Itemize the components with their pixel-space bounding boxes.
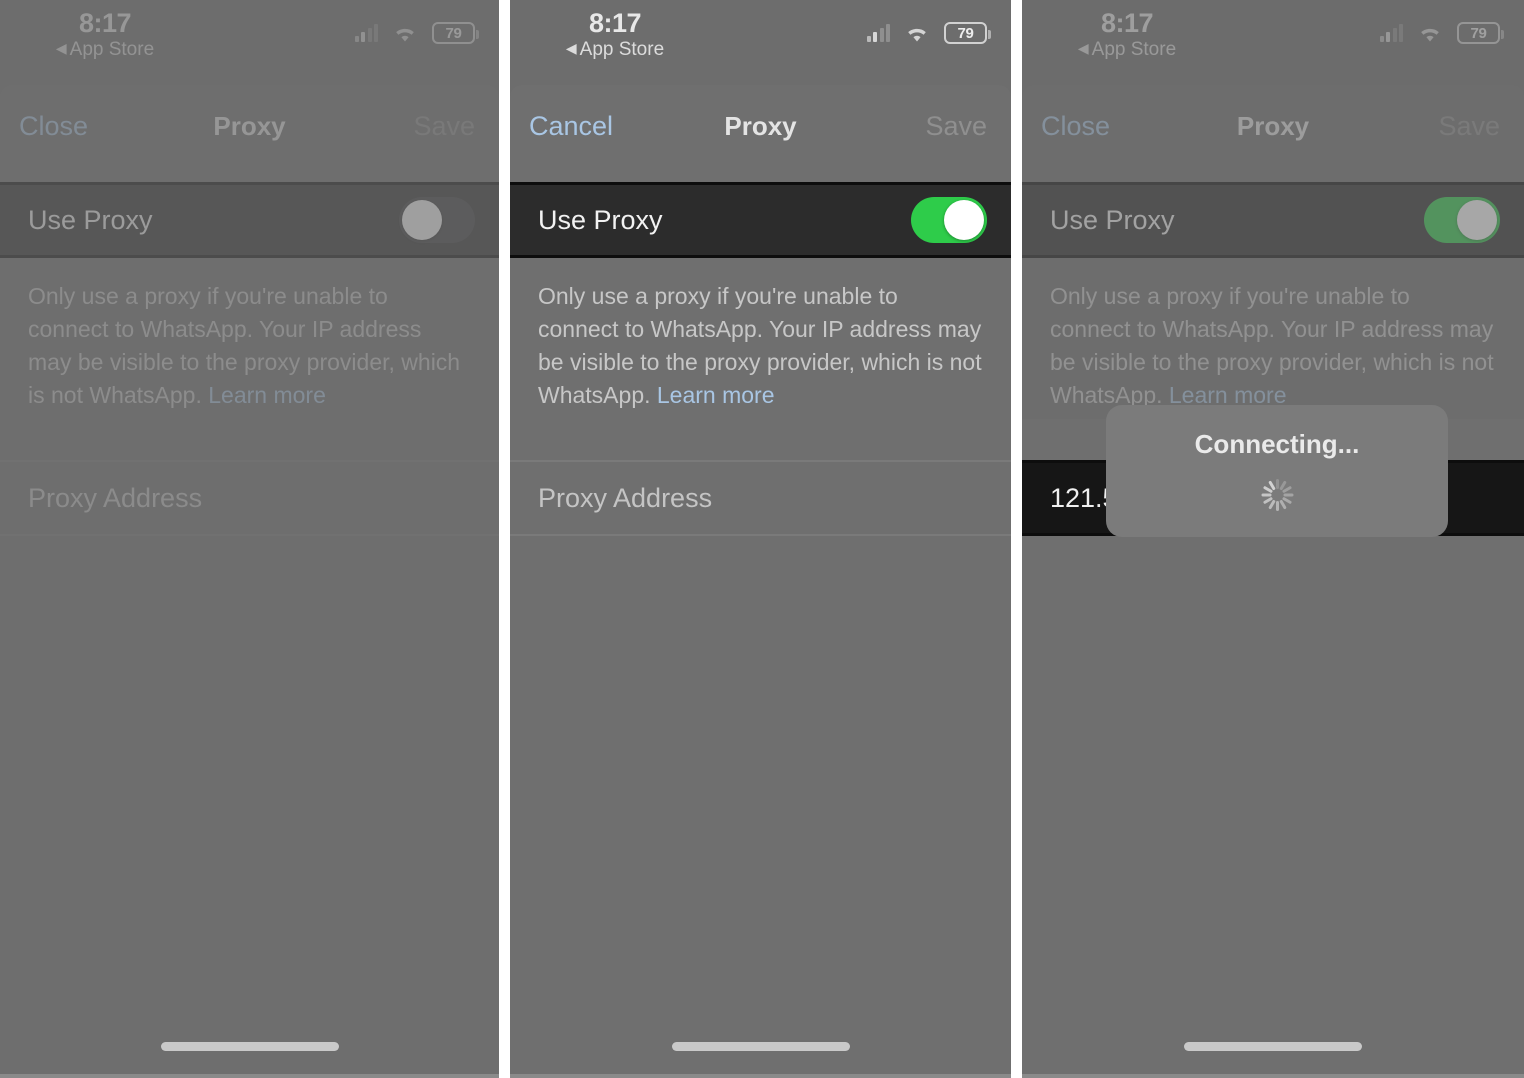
- proxy-address-placeholder: Proxy Address: [28, 483, 203, 513]
- back-caret-icon: ◀: [565, 40, 577, 56]
- cellular-signal-icon: [866, 24, 890, 42]
- toggle-knob: [402, 200, 442, 240]
- status-bar-left: 8:17 ◀ App Store: [510, 8, 720, 62]
- use-proxy-row[interactable]: Use Proxy: [0, 182, 499, 258]
- use-proxy-label: Use Proxy: [1050, 205, 1175, 235]
- bottom-strip: [510, 1074, 1011, 1078]
- status-time: 8:17: [588, 8, 642, 38]
- battery-icon: 79: [1457, 22, 1504, 44]
- status-bar: 8:17 ◀ App Store 79: [510, 0, 1011, 85]
- status-time: 8:17: [1100, 8, 1154, 38]
- use-proxy-toggle[interactable]: [399, 197, 475, 243]
- proxy-sheet: Cancel Proxy Save Use Proxy Only use a p…: [510, 85, 1011, 1078]
- save-button[interactable]: Save: [925, 111, 987, 141]
- wifi-icon: [392, 24, 418, 43]
- cellular-signal-icon: [1379, 24, 1403, 42]
- status-bar-left: 8:17 ◀ App Store: [1022, 8, 1232, 62]
- battery-icon: 79: [432, 22, 479, 44]
- proxy-description: Only use a proxy if you're unable to con…: [510, 258, 1011, 412]
- proxy-description: Only use a proxy if you're unable to con…: [1022, 258, 1524, 412]
- toggle-knob: [1457, 200, 1497, 240]
- battery-level-label: 79: [445, 24, 462, 42]
- back-app-label: App Store: [69, 39, 155, 60]
- wifi-icon: [904, 24, 930, 43]
- phone-panel-connecting: 8:17 ◀ App Store 79 Close Proxy Save Use…: [1022, 0, 1524, 1078]
- proxy-address-row[interactable]: Proxy Address: [0, 460, 499, 536]
- panel-divider-1: [499, 0, 510, 1078]
- learn-more-link[interactable]: Learn more: [657, 382, 775, 408]
- sheet-navbar: Cancel Proxy Save: [510, 85, 1011, 182]
- back-to-app-store[interactable]: ◀ App Store: [510, 38, 720, 62]
- status-bar: 8:17 ◀ App Store 79: [0, 0, 499, 85]
- bottom-strip: [0, 1074, 499, 1078]
- save-button[interactable]: Save: [1438, 111, 1500, 141]
- status-bar-right: 79: [866, 22, 991, 44]
- home-indicator[interactable]: [1184, 1042, 1362, 1051]
- battery-level-label: 79: [1470, 24, 1487, 42]
- status-bar: 8:17 ◀ App Store 79: [1022, 0, 1524, 85]
- wifi-icon: [1417, 24, 1443, 43]
- sheet-navbar: Close Proxy Save: [1022, 85, 1524, 182]
- connecting-dialog: Connecting...: [1106, 405, 1448, 537]
- proxy-sheet: Close Proxy Save Use Proxy Only use a pr…: [0, 85, 499, 1078]
- use-proxy-label: Use Proxy: [28, 205, 153, 235]
- proxy-description: Only use a proxy if you're unable to con…: [0, 258, 499, 412]
- use-proxy-label: Use Proxy: [538, 205, 663, 235]
- sheet-navbar: Close Proxy Save: [0, 85, 499, 182]
- status-time: 8:17: [78, 8, 132, 38]
- use-proxy-toggle[interactable]: [911, 197, 987, 243]
- learn-more-link[interactable]: Learn more: [208, 382, 326, 408]
- phone-panel-proxy-off: 8:17 ◀ App Store 79 Close Proxy Save Use…: [0, 0, 499, 1078]
- back-app-label: App Store: [579, 39, 665, 60]
- status-bar-right: 79: [354, 22, 479, 44]
- bottom-strip: [1022, 1074, 1524, 1078]
- home-indicator[interactable]: [671, 1042, 850, 1051]
- screenshot-stage: 8:17 ◀ App Store 79 Close Proxy Save Use…: [0, 0, 1524, 1078]
- back-to-app-store[interactable]: ◀ App Store: [0, 38, 210, 62]
- phone-panel-proxy-on: 8:17 ◀ App Store 79 Cancel Proxy Save Us…: [510, 0, 1011, 1078]
- save-button[interactable]: Save: [413, 111, 475, 141]
- status-bar-left: 8:17 ◀ App Store: [0, 8, 210, 62]
- back-to-app-store[interactable]: ◀ App Store: [1022, 38, 1232, 62]
- activity-spinner-icon: [1260, 478, 1294, 512]
- use-proxy-toggle[interactable]: [1424, 197, 1500, 243]
- panel-divider-2: [1011, 0, 1022, 1078]
- back-caret-icon: ◀: [55, 40, 67, 56]
- back-caret-icon: ◀: [1077, 40, 1089, 56]
- proxy-address-row[interactable]: Proxy Address: [510, 460, 1011, 536]
- connecting-label: Connecting...: [1194, 429, 1360, 459]
- battery-level-label: 79: [957, 24, 974, 42]
- back-app-label: App Store: [1091, 39, 1177, 60]
- status-bar-right: 79: [1379, 22, 1504, 44]
- battery-icon: 79: [944, 22, 991, 44]
- cellular-signal-icon: [354, 24, 378, 42]
- use-proxy-row[interactable]: Use Proxy: [510, 182, 1011, 258]
- toggle-knob: [944, 200, 984, 240]
- proxy-address-placeholder: Proxy Address: [538, 483, 713, 513]
- use-proxy-row[interactable]: Use Proxy: [1022, 182, 1524, 258]
- proxy-sheet: Close Proxy Save Use Proxy Only use a pr…: [1022, 85, 1524, 1078]
- home-indicator[interactable]: [160, 1042, 339, 1051]
